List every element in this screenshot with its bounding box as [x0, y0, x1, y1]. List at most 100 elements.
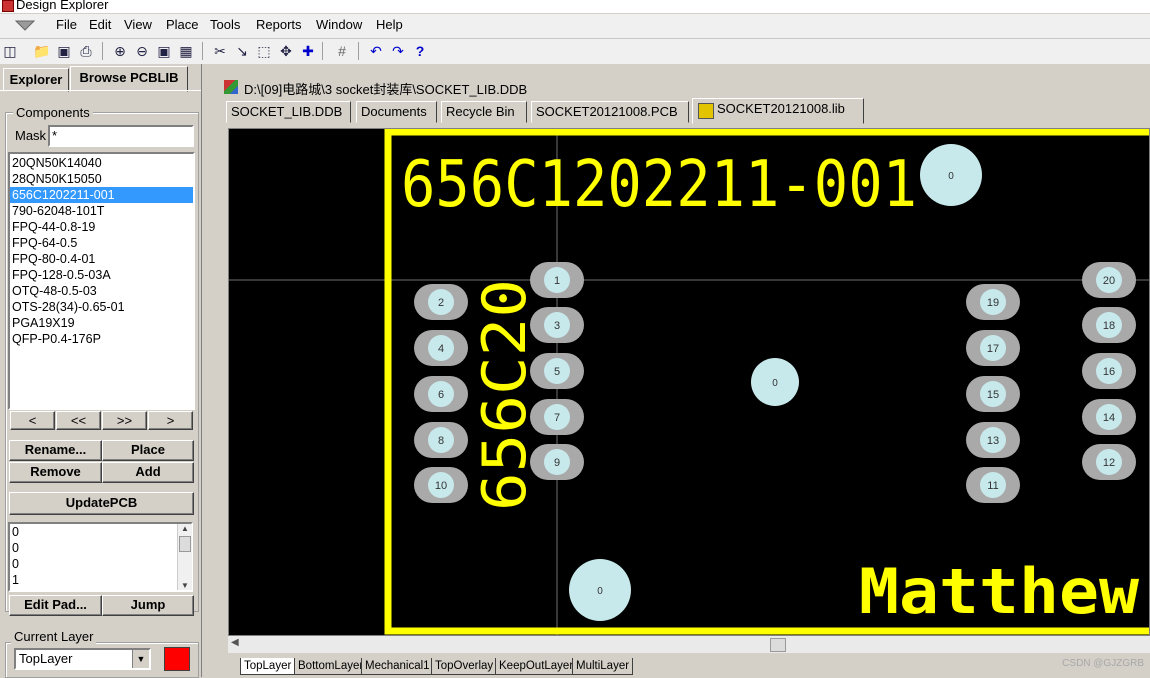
pad-list-scrollbar[interactable]: ▲ ▼	[177, 524, 192, 590]
tab-socket-lib-ddb[interactable]: SOCKET_LIB.DDB	[226, 101, 351, 123]
mounting-hole-label: 0	[772, 378, 778, 389]
component-list[interactable]: 20QN50K14040 28QN50K15050 656C1202211-001 7…	[8, 152, 195, 410]
pad-list[interactable]: 0001	[8, 522, 193, 592]
design-manager-icon[interactable]: ◫	[0, 41, 20, 61]
menu-reports[interactable]: Reports	[256, 17, 302, 32]
toolbar-separator	[358, 42, 359, 60]
open-icon[interactable]: 📁	[32, 41, 52, 61]
next-button[interactable]: >>	[102, 411, 147, 430]
menu-view[interactable]: View	[124, 17, 152, 32]
tab-divider	[0, 90, 201, 91]
pad-label: 13	[987, 435, 999, 447]
explorer-panel: Explorer Browse PCBLIB Components Mask *…	[0, 64, 201, 678]
layer-tab-topoverlay[interactable]: TopOverlay	[431, 658, 498, 675]
edit-pad-button[interactable]: Edit Pad...	[9, 595, 102, 616]
component-list-item[interactable]: FPQ-44-0.8-19	[10, 219, 193, 235]
horizontal-scrollbar[interactable]: ◀	[228, 636, 1150, 653]
layer-select[interactable]: TopLayer ▼	[14, 648, 151, 670]
route-icon[interactable]: ✂	[210, 41, 230, 61]
tab-recycle-bin[interactable]: Recycle Bin	[441, 101, 527, 123]
zoom-select-icon[interactable]: ▦	[176, 41, 196, 61]
scroll-up-icon[interactable]: ▲	[178, 524, 192, 533]
layer-select-value: TopLayer	[19, 651, 73, 666]
tab-explorer[interactable]: Explorer	[3, 68, 69, 92]
menu-help[interactable]: Help	[376, 17, 403, 32]
pcb-drawing[interactable]: 656C1202211-001656C20Matthew000123456789…	[229, 129, 1149, 635]
layer-color-swatch[interactable]	[164, 647, 190, 671]
pad-list-item[interactable]: 0	[10, 540, 191, 556]
zoom-out-icon[interactable]: ⊖	[132, 41, 152, 61]
component-list-item[interactable]: FPQ-128-0.5-03A	[10, 267, 193, 283]
zoom-fit-icon[interactable]: ▣	[154, 41, 174, 61]
toolbar: ◫ 📁 ▣ ⎙ ⊕ ⊖ ▣ ▦ ✂ ↘ ⬚ ✥ ✚ # ↶ ↷ ?	[0, 39, 1150, 64]
splitter[interactable]	[201, 64, 215, 677]
component-list-item[interactable]: FPQ-80-0.4-01	[10, 251, 193, 267]
select-icon[interactable]: ⬚	[254, 41, 274, 61]
menu-window[interactable]: Window	[316, 17, 362, 32]
move-icon[interactable]: ✥	[276, 41, 296, 61]
tab-socket-lib[interactable]: SOCKET20121008.lib	[692, 98, 864, 124]
system-menu-icon[interactable]	[14, 18, 36, 32]
database-path: D:\[09]电路城\3 socket封装库\SOCKET_LIB.DDB	[244, 82, 528, 97]
pcb-canvas[interactable]: 656C1202211-001 656C20 Matthew 0 0 0 1 2 3 4 5 6 7 8 9…	[228, 128, 1150, 636]
pad-label: 18	[1103, 320, 1115, 332]
component-list-item[interactable]: OTQ-48-0.5-03	[10, 283, 193, 299]
jump-button[interactable]: Jump	[102, 595, 194, 616]
layer-tab-toplayer[interactable]: TopLayer	[240, 658, 296, 675]
save-icon[interactable]: ▣	[54, 41, 74, 61]
redo-icon[interactable]: ↷	[388, 41, 408, 61]
crosshair-icon[interactable]: ✚	[298, 41, 318, 61]
component-list-item[interactable]: QFP-P0.4-176P	[10, 331, 193, 347]
menu-place[interactable]: Place	[166, 17, 199, 32]
menu-edit[interactable]: Edit	[89, 17, 111, 32]
layer-tab-keepoutlayer[interactable]: KeepOutLayer	[495, 658, 578, 675]
pad-list-item[interactable]: 0	[10, 556, 191, 572]
scroll-down-icon[interactable]: ▼	[178, 581, 192, 590]
first-button[interactable]: <	[10, 411, 55, 430]
component-list-item[interactable]: FPQ-64-0.5	[10, 235, 193, 251]
zoom-in-icon[interactable]: ⊕	[110, 41, 130, 61]
pad-label: 3	[554, 320, 560, 332]
tab-documents[interactable]: Documents	[356, 101, 437, 123]
layer-tab-mechanical1[interactable]: Mechanical1	[361, 658, 434, 675]
grid-icon[interactable]: #	[332, 41, 352, 61]
update-pcb-button[interactable]: UpdatePCB	[9, 492, 194, 515]
last-button[interactable]: >	[148, 411, 193, 430]
place-button[interactable]: Place	[102, 440, 194, 461]
components-label: Components	[13, 105, 93, 120]
component-list-item[interactable]: OTS-28(34)-0.65-01	[10, 299, 193, 315]
remove-button[interactable]: Remove	[9, 462, 102, 483]
mask-input[interactable]: *	[48, 125, 194, 147]
pad-label: 17	[987, 343, 999, 355]
component-list-item[interactable]: 656C1202211-001	[10, 187, 193, 203]
component-list-item[interactable]: 20QN50K14040	[10, 155, 193, 171]
line-icon[interactable]: ↘	[232, 41, 252, 61]
menu-tools[interactable]: Tools	[210, 17, 240, 32]
hscroll-thumb[interactable]	[770, 638, 786, 652]
app-icon	[2, 0, 14, 12]
help-icon[interactable]: ?	[410, 41, 430, 61]
component-list-item[interactable]: 28QN50K15050	[10, 171, 193, 187]
tab-browse-pcblib[interactable]: Browse PCBLIB	[70, 66, 188, 92]
component-list-item[interactable]: 790-62048-101T	[10, 203, 193, 219]
pad-list-item[interactable]: 0	[10, 524, 191, 540]
undo-icon[interactable]: ↶	[366, 41, 386, 61]
menu-file[interactable]: File	[56, 17, 77, 32]
chevron-down-icon[interactable]: ▼	[132, 650, 149, 668]
pad-list-item[interactable]: 1	[10, 572, 191, 588]
print-icon[interactable]: ⎙	[76, 41, 96, 61]
component-list-item[interactable]: PGA19X19	[10, 315, 193, 331]
watermark: CSDN @GJZGRB	[1062, 658, 1144, 669]
add-button[interactable]: Add	[102, 462, 194, 483]
tab-socket-pcb[interactable]: SOCKET20121008.PCB	[531, 101, 689, 123]
layer-tab-bottomlayer[interactable]: BottomLayer	[294, 658, 368, 675]
scroll-thumb[interactable]	[179, 536, 191, 552]
toolbar-separator	[202, 42, 203, 60]
window-title: Design Explorer	[16, 0, 109, 12]
prev-button[interactable]: <<	[56, 411, 101, 430]
pad-label: 20	[1103, 275, 1115, 287]
scroll-left-icon[interactable]: ◀	[231, 637, 239, 648]
pad-label: 7	[554, 412, 560, 424]
rename-button[interactable]: Rename...	[9, 440, 102, 461]
layer-tab-multilayer[interactable]: MultiLayer	[572, 658, 634, 675]
